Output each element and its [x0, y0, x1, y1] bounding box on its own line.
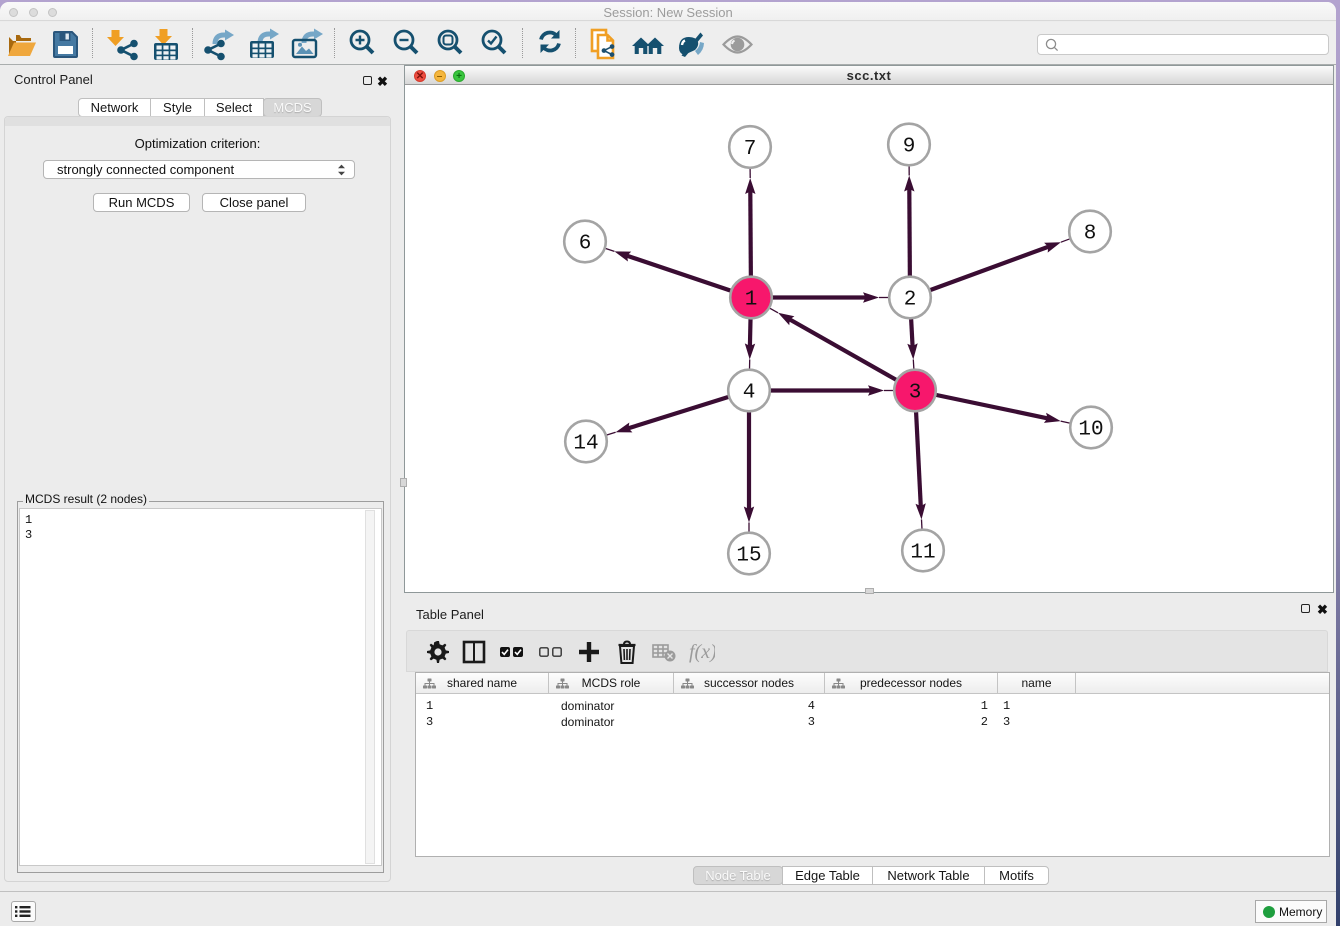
svg-text:10: 10	[1078, 418, 1103, 441]
svg-text:1: 1	[745, 288, 758, 311]
svg-text:9: 9	[903, 135, 916, 158]
svg-text:f(x): f(x)	[689, 641, 715, 663]
svg-text:15: 15	[736, 544, 761, 567]
svg-text:14: 14	[573, 432, 598, 455]
svg-text:11: 11	[910, 541, 935, 564]
svg-text:3: 3	[909, 381, 922, 404]
svg-text:2: 2	[904, 288, 917, 311]
svg-text:7: 7	[744, 138, 757, 161]
svg-text:4: 4	[743, 381, 756, 404]
svg-text:8: 8	[1084, 222, 1097, 245]
svg-text:6: 6	[579, 232, 592, 255]
